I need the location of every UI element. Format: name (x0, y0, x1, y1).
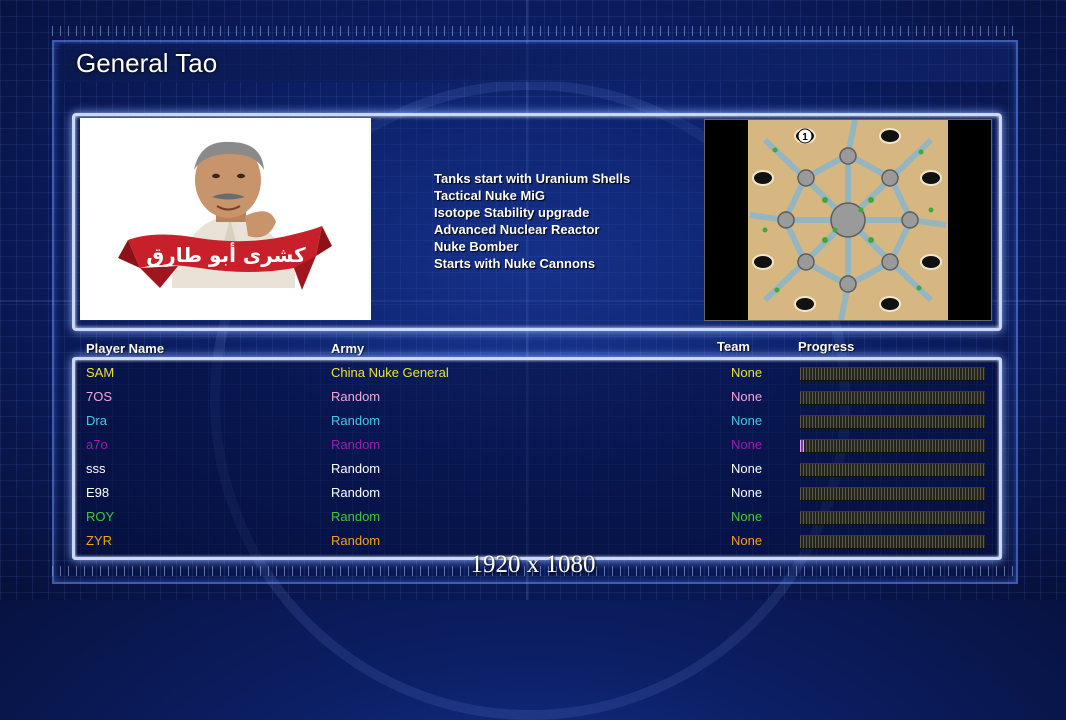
player-army: Random (331, 461, 381, 476)
map-image: 1 (705, 119, 991, 321)
general-features-list: Tanks start with Uranium Shells Tactical… (434, 170, 630, 272)
feature-item: Advanced Nuclear Reactor (434, 222, 600, 237)
player-row: a7o Random None (0, 433, 1066, 457)
player-army: Random (331, 509, 381, 524)
player-row: sss Random None (0, 457, 1066, 481)
portrait-banner-text: كشرى أبو طارق (146, 241, 306, 267)
player-progress-bar (800, 511, 985, 525)
player-team: None (731, 461, 763, 476)
player-row: Dra Random None (0, 409, 1066, 433)
player-army: Random (331, 437, 381, 452)
player-team: None (731, 485, 763, 500)
player-name: ROY (86, 509, 115, 524)
player-team: None (731, 413, 763, 428)
feature-item: Nuke Bomber (434, 239, 519, 254)
general-portrait: كشرى أبو طارق (80, 118, 371, 320)
player-progress-bar (800, 439, 985, 453)
player-team: None (731, 437, 763, 452)
player-progress-bar (800, 487, 985, 501)
column-header-player-name: Player Name (86, 341, 165, 356)
column-header-progress: Progress (798, 339, 855, 354)
player-name: a7o (86, 437, 108, 452)
map-preview: 1 (704, 119, 992, 321)
player-row: ROY Random None (0, 505, 1066, 529)
column-header-team: Team (717, 339, 750, 354)
player-name: 7OS (86, 389, 113, 404)
feature-item: Tanks start with Uranium Shells (434, 171, 631, 186)
player-army: China Nuke General (331, 365, 449, 380)
player-name: sss (86, 461, 106, 476)
feature-item: Starts with Nuke Cannons (434, 256, 596, 271)
player-name: ZYR (86, 533, 112, 548)
player-progress-bar (800, 391, 985, 405)
top-tick-ruler (52, 26, 1014, 36)
player-name: E98 (86, 485, 110, 500)
player-progress-bar (800, 535, 985, 549)
player-name: Dra (86, 413, 107, 428)
player-army: Random (331, 389, 381, 404)
portrait-image: كشرى أبو طارق (80, 118, 371, 320)
player-row: SAM China Nuke General None (0, 361, 1066, 385)
player-progress-bar (800, 367, 985, 381)
player-row: ZYR Random None (0, 529, 1066, 553)
player-progress-fill (800, 440, 804, 452)
player-team: None (731, 509, 763, 524)
player-row: 7OS Random None (0, 385, 1066, 409)
player-army: Random (331, 485, 381, 500)
map-start-marker: 1 (802, 132, 808, 143)
player-name: SAM (86, 365, 115, 380)
feature-item: Isotope Stability upgrade (434, 205, 590, 220)
player-team: None (731, 365, 763, 380)
player-team: None (731, 533, 763, 548)
general-title: General Tao (76, 48, 218, 78)
resolution-label: 1920 x 1080 (470, 551, 596, 578)
column-header-army: Army (331, 341, 365, 356)
player-team: None (731, 389, 763, 404)
player-progress-bar (800, 463, 985, 477)
feature-item: Tactical Nuke MiG (434, 188, 546, 203)
player-row: E98 Random None (0, 481, 1066, 505)
player-progress-bar (800, 415, 985, 429)
player-army: Random (331, 533, 381, 548)
player-army: Random (331, 413, 381, 428)
